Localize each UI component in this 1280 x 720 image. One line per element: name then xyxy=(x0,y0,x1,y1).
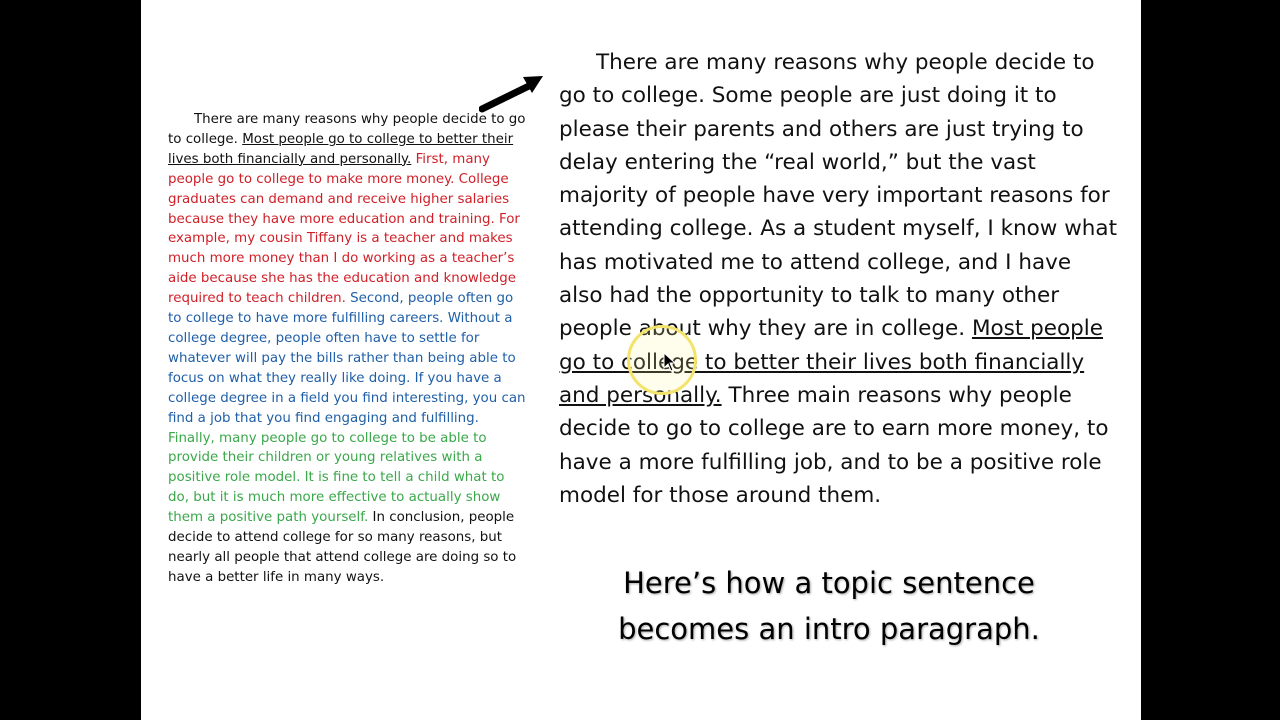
second-point-text: Second, people often go to college to ha… xyxy=(168,291,526,426)
slide: There are many reasons why people decide… xyxy=(141,0,1141,720)
arrow-pointing-right-icon xyxy=(479,76,543,113)
cursor-highlight-circle xyxy=(627,325,697,395)
slide-caption: Here’s how a topic sentence becomes an i… xyxy=(618,566,1040,646)
original-paragraph: There are many reasons why people decide… xyxy=(168,110,528,588)
right-intro-text: There are many reasons why people decide… xyxy=(559,50,1118,342)
intro-paragraph: There are many reasons why people decide… xyxy=(559,46,1119,512)
first-point-text: First, many people go to college to make… xyxy=(168,151,520,307)
mouse-pointer-icon xyxy=(663,352,677,372)
